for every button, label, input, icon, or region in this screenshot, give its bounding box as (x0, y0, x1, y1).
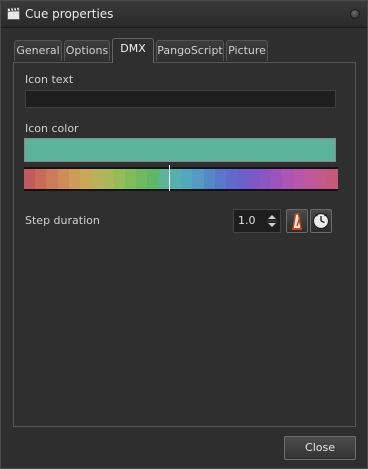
palette-color-cell[interactable] (248, 169, 260, 189)
palette-color-cell[interactable] (57, 169, 69, 189)
titlebar: Cue properties (1, 1, 367, 28)
step-duration-label: Step duration (25, 214, 100, 227)
palette-color-cell[interactable] (304, 169, 316, 189)
palette-color-cell[interactable] (169, 169, 182, 189)
palette-color-cell[interactable] (282, 169, 294, 189)
palette-color-cell[interactable] (68, 169, 81, 189)
clapperboard-icon (7, 7, 20, 20)
palette-color-cell[interactable] (259, 169, 271, 189)
metronome-button[interactable] (286, 209, 308, 233)
step-duration-value[interactable]: 1.0 (238, 214, 256, 227)
palette-color-cell[interactable] (35, 169, 47, 189)
close-button[interactable]: Close (284, 436, 356, 460)
palette-color-cell[interactable] (24, 169, 36, 189)
palette-color-cell[interactable] (293, 169, 305, 189)
palette-selection-marker (169, 165, 170, 191)
palette-color-cell[interactable] (214, 169, 226, 189)
palette-color-cell[interactable] (181, 169, 193, 189)
cue-properties-window: Cue properties General Options DMX Pango… (0, 0, 368, 469)
window-menu-button[interactable] (350, 9, 360, 19)
palette-color-cell[interactable] (80, 169, 92, 189)
palette-color-cell[interactable] (192, 169, 204, 189)
palette-color-cell[interactable] (203, 169, 215, 189)
step-duration-spinbox[interactable]: 1.0 (233, 209, 281, 233)
palette-color-cell[interactable] (315, 169, 327, 189)
palette-color-cell[interactable] (136, 169, 148, 189)
icon-color-swatch[interactable] (24, 138, 336, 162)
icon-text-label: Icon text (25, 73, 74, 86)
palette-color-cell[interactable] (124, 169, 137, 189)
timing-button[interactable] (310, 209, 332, 233)
icon-text-input[interactable] (25, 90, 336, 108)
palette-color-cell[interactable] (225, 169, 238, 189)
palette-color-cell[interactable] (147, 169, 159, 189)
palette-color-cell[interactable] (270, 169, 283, 189)
spin-arrows[interactable] (266, 212, 278, 230)
metronome-icon (287, 213, 307, 235)
palette-color-cell[interactable] (46, 169, 58, 189)
tab-dmx[interactable]: DMX (112, 38, 154, 63)
tab-general[interactable]: General (14, 40, 62, 61)
palette-color-cell[interactable] (91, 169, 103, 189)
tab-options[interactable]: Options (64, 40, 110, 61)
palette-color-cell[interactable] (113, 169, 125, 189)
palette-color-cell[interactable] (102, 169, 114, 189)
dmx-panel: Icon text Icon color Step duration 1.0 (13, 62, 356, 427)
tab-picture[interactable]: Picture (226, 40, 268, 61)
icon-color-label: Icon color (25, 122, 79, 135)
clock-icon (311, 212, 331, 235)
color-palette[interactable] (24, 167, 339, 191)
window-title: Cue properties (25, 7, 114, 21)
palette-color-cell[interactable] (326, 169, 339, 189)
tab-pangoscript[interactable]: PangoScript (156, 40, 224, 61)
palette-color-cell[interactable] (237, 169, 249, 189)
